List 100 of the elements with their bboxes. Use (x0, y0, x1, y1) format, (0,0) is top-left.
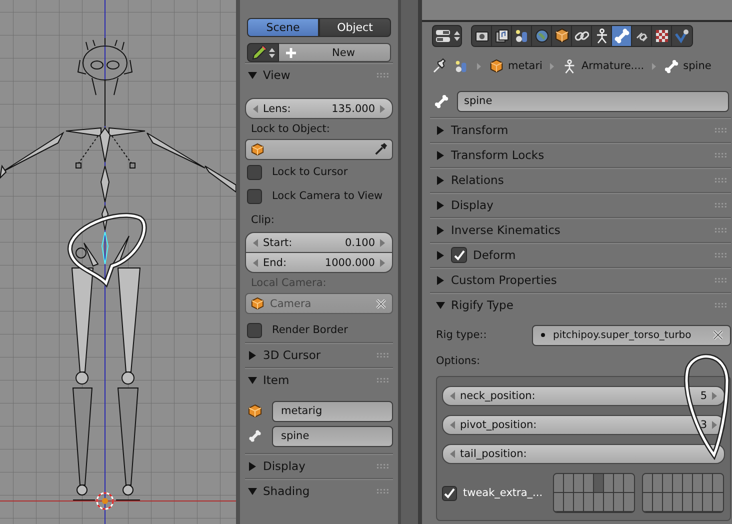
layer-toggle[interactable] (682, 474, 693, 493)
checkbox[interactable] (247, 188, 262, 204)
brush-selector[interactable] (247, 43, 279, 62)
number-field[interactable]: pivot_position: 3 (442, 415, 725, 435)
grip-icon[interactable] (715, 178, 728, 182)
panel-title[interactable]: Custom Properties (451, 273, 709, 287)
close-icon[interactable] (712, 329, 724, 341)
bone-tab[interactable] (612, 26, 632, 46)
bone-name-field[interactable]: spine (457, 90, 729, 112)
rig-type-field[interactable]: pitchipoy.super_torso_turbo (532, 324, 731, 346)
layer-toggle[interactable] (712, 493, 723, 512)
disclosure-triangle-icon[interactable] (248, 350, 257, 360)
layer-toggle[interactable] (584, 474, 594, 493)
clip-field[interactable]: Start: 0.100 (245, 232, 393, 253)
disclosure-triangle-icon[interactable] (436, 226, 445, 234)
physics-tab[interactable] (672, 26, 692, 46)
layer-toggle[interactable] (702, 474, 713, 493)
layer-toggle[interactable] (692, 493, 703, 512)
object-name-field[interactable]: metarig (272, 400, 393, 422)
layer-toggle[interactable] (652, 493, 663, 512)
panel-title[interactable]: Relations (451, 173, 709, 187)
checkbox[interactable] (451, 247, 467, 263)
panel-title[interactable]: Transform (451, 123, 709, 137)
grip-icon[interactable] (715, 128, 728, 132)
number-field[interactable]: neck_position: 5 (442, 386, 725, 406)
layer-toggle[interactable] (662, 493, 673, 512)
grip-icon[interactable] (715, 202, 728, 208)
panel-title[interactable]: Inverse Kinematics (451, 223, 709, 237)
checkbox-label[interactable]: Render Border (272, 324, 348, 336)
number-field[interactable]: tail_position: (442, 444, 725, 464)
grip-icon[interactable] (715, 252, 728, 258)
panel-title[interactable]: Shading (263, 484, 371, 498)
pin-icon[interactable] (432, 58, 448, 74)
layer-toggle[interactable] (642, 493, 653, 512)
layer-toggle[interactable] (554, 493, 564, 512)
disclosure-triangle-icon[interactable] (248, 376, 257, 384)
panel-title[interactable]: Display (263, 459, 371, 473)
layer-toggle[interactable] (662, 474, 673, 493)
layer-toggle[interactable] (594, 474, 604, 493)
disclosure-triangle-icon[interactable] (248, 462, 257, 470)
layer-toggle[interactable] (702, 493, 713, 512)
grip-icon[interactable] (715, 302, 728, 308)
layer-toggle[interactable] (672, 493, 683, 512)
panel-title[interactable]: Rigify Type (451, 298, 709, 312)
panel-title[interactable]: Display (451, 198, 709, 212)
layer-toggle[interactable] (604, 474, 614, 493)
eyedropper-icon[interactable] (374, 143, 387, 156)
disclosure-triangle-icon[interactable] (436, 200, 445, 210)
layer-toggle[interactable] (604, 493, 614, 512)
grip-icon[interactable] (377, 464, 390, 468)
object-field[interactable] (245, 139, 393, 160)
bone-name-field[interactable]: spine (272, 426, 393, 446)
grip-icon[interactable] (377, 488, 390, 494)
grip-icon[interactable] (715, 152, 728, 158)
clip-field[interactable]: End: 1000.000 (245, 253, 393, 273)
scrollbar[interactable] (398, 0, 422, 524)
layer-toggle[interactable] (642, 474, 653, 493)
checkbox[interactable] (247, 164, 262, 180)
disclosure-triangle-icon[interactable] (436, 176, 445, 184)
checkbox-label[interactable]: Lock Camera to View (272, 190, 383, 202)
checkbox-label[interactable]: tweak_extra_... (463, 487, 543, 499)
grip-icon[interactable] (377, 352, 390, 358)
breadcrumb-label[interactable]: spine (683, 60, 712, 72)
disclosure-triangle-icon[interactable] (436, 126, 445, 134)
disclosure-triangle-icon[interactable] (436, 276, 445, 284)
layer-toggle[interactable] (692, 474, 703, 493)
layer-toggle[interactable] (624, 474, 634, 493)
checkbox[interactable] (442, 486, 457, 500)
panel-title[interactable]: View (263, 68, 371, 82)
layer-toggle[interactable] (554, 474, 564, 493)
layer-toggle[interactable] (652, 474, 663, 493)
layer-toggle[interactable] (574, 474, 584, 493)
disclosure-triangle-icon[interactable] (436, 300, 445, 310)
checkbox[interactable] (247, 322, 262, 338)
grip-icon[interactable] (715, 228, 728, 232)
layer-toggle[interactable] (584, 493, 594, 512)
lens-field[interactable]: Lens: 135.000 (245, 98, 393, 119)
mode-tab[interactable]: Object (319, 18, 391, 37)
disclosure-triangle-icon[interactable] (436, 250, 445, 260)
disclosure-triangle-icon[interactable] (436, 150, 445, 160)
layer-toggle[interactable] (574, 493, 584, 512)
disclosure-triangle-icon[interactable] (248, 70, 257, 80)
grip-icon[interactable] (377, 72, 390, 78)
breadcrumb-label[interactable]: Armature.... (581, 60, 644, 72)
layer-toggle[interactable] (712, 474, 723, 493)
panel-title[interactable]: 3D Cursor (263, 348, 371, 362)
layer-toggle[interactable] (564, 493, 574, 512)
grip-icon[interactable] (715, 278, 728, 282)
mode-tab[interactable]: Scene (247, 18, 319, 37)
layer-toggle[interactable] (672, 474, 683, 493)
disclosure-triangle-icon[interactable] (248, 486, 257, 496)
layer-toggle[interactable] (614, 474, 624, 493)
layer-toggle[interactable] (594, 493, 604, 512)
panel-title[interactable]: Transform Locks (451, 148, 709, 162)
checkbox-label[interactable]: Lock to Cursor (272, 166, 348, 178)
constraints-tab[interactable] (572, 26, 592, 46)
layer-toggle[interactable] (624, 493, 634, 512)
layer-toggle[interactable] (564, 474, 574, 493)
breadcrumb-label[interactable]: metari (508, 60, 542, 72)
new-button[interactable]: New (279, 43, 391, 62)
